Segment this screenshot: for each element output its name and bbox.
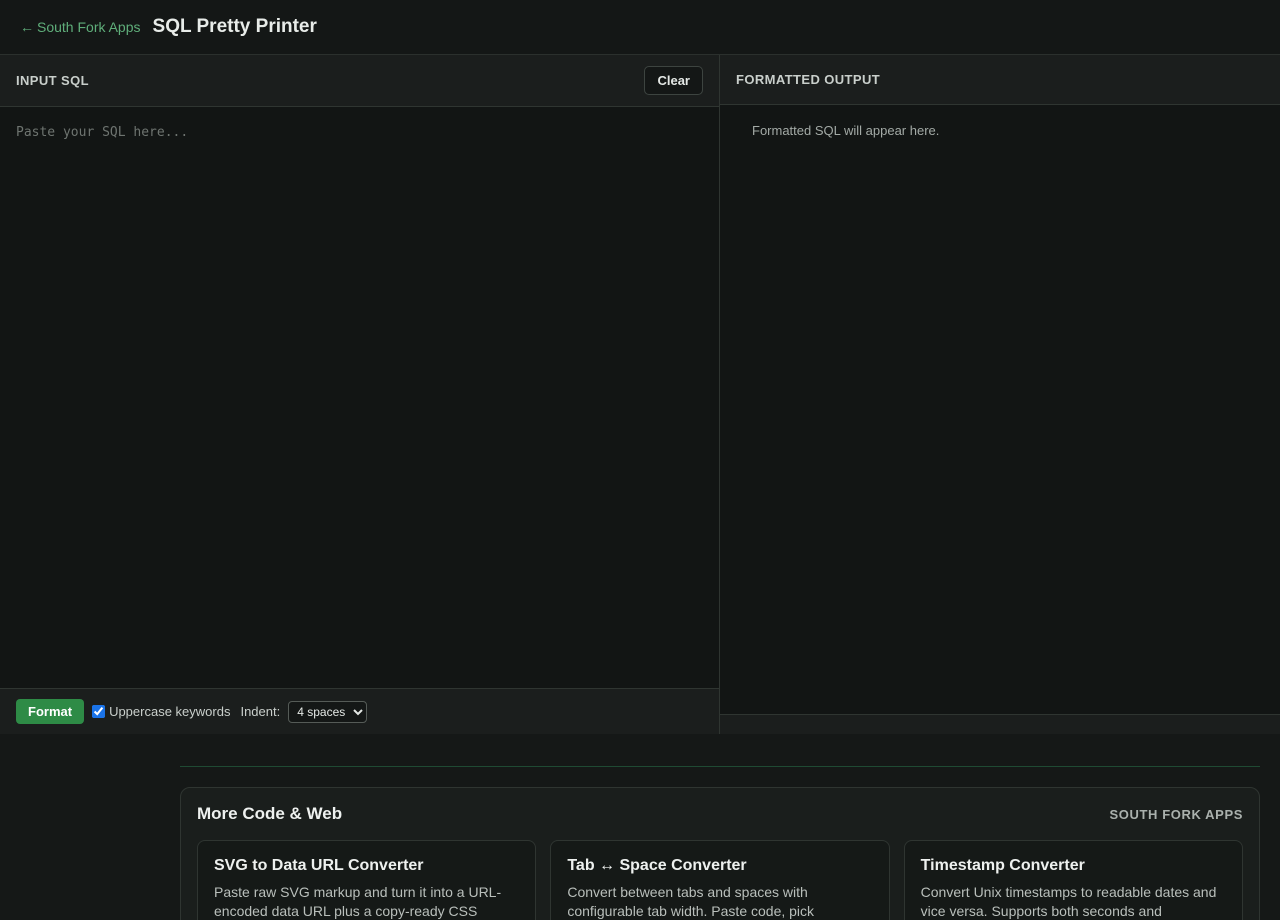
back-link-label: South Fork Apps (37, 19, 141, 35)
uppercase-label: Uppercase keywords (109, 704, 231, 719)
tool-card-title: Timestamp Converter (920, 857, 1085, 874)
tool-card[interactable]: Tab ↔ Space Converter Convert between ta… (550, 840, 890, 920)
tool-card-description: Paste raw SVG markup and turn it into a … (214, 884, 502, 919)
output-pane: FORMATTED OUTPUT Formatted SQL will appe… (720, 55, 1280, 734)
input-pane: INPUT SQL Clear Format Uppercase keyword… (0, 55, 720, 734)
workspace: INPUT SQL Clear Format Uppercase keyword… (0, 55, 1280, 734)
clear-button[interactable]: Clear (644, 66, 703, 95)
brand-label[interactable]: SOUTH FORK APPS (1110, 807, 1243, 822)
tool-card[interactable]: Timestamp Converter Convert Unix timesta… (903, 840, 1243, 920)
format-toolbar: Format Uppercase keywords Indent: 4 spac… (0, 688, 719, 734)
page-title: SQL Pretty Printer (152, 16, 317, 37)
output-placeholder: Formatted SQL will appear here. (752, 123, 940, 138)
indent-label: Indent: (240, 704, 281, 719)
formatted-output: Formatted SQL will appear here. (720, 105, 1280, 714)
back-link[interactable]: ← South Fork Apps (20, 19, 141, 35)
more-tools-panel: More Code & Web SOUTH FORK APPS SVG to D… (180, 787, 1260, 920)
tool-card-title: Tab ↔ Space Converter (567, 857, 747, 874)
tool-card[interactable]: SVG to Data URL Converter Paste raw SVG … (197, 840, 537, 920)
tool-grid: SVG to Data URL Converter Paste raw SVG … (197, 840, 1243, 920)
indent-select[interactable]: 4 spaces (288, 700, 368, 723)
arrow-left-icon: ← (20, 19, 34, 35)
uppercase-option[interactable]: Uppercase keywords (92, 704, 230, 719)
input-pane-label: INPUT SQL (16, 73, 89, 88)
more-tools-title: More Code & Web (197, 804, 343, 823)
related-tools-area: More Code & Web SOUTH FORK APPS SVG to D… (0, 734, 1280, 920)
section-divider (180, 766, 1260, 767)
output-footer (720, 714, 1280, 734)
tool-card-title: SVG to Data URL Converter (214, 857, 424, 874)
more-tools-header: More Code & Web SOUTH FORK APPS (197, 804, 1243, 824)
tool-card-description: Convert Unix timestamps to readable date… (920, 884, 1217, 919)
format-button[interactable]: Format (16, 699, 85, 724)
sql-input[interactable] (0, 107, 719, 688)
tool-card-description: Convert between tabs and spaces with con… (567, 884, 815, 919)
top-bar: ← South Fork Apps SQL Pretty Printer (0, 0, 1280, 55)
output-pane-header: FORMATTED OUTPUT (720, 55, 1280, 105)
output-pane-label: FORMATTED OUTPUT (736, 72, 881, 87)
uppercase-checkbox[interactable] (92, 705, 106, 718)
input-pane-header: INPUT SQL Clear (0, 55, 719, 107)
